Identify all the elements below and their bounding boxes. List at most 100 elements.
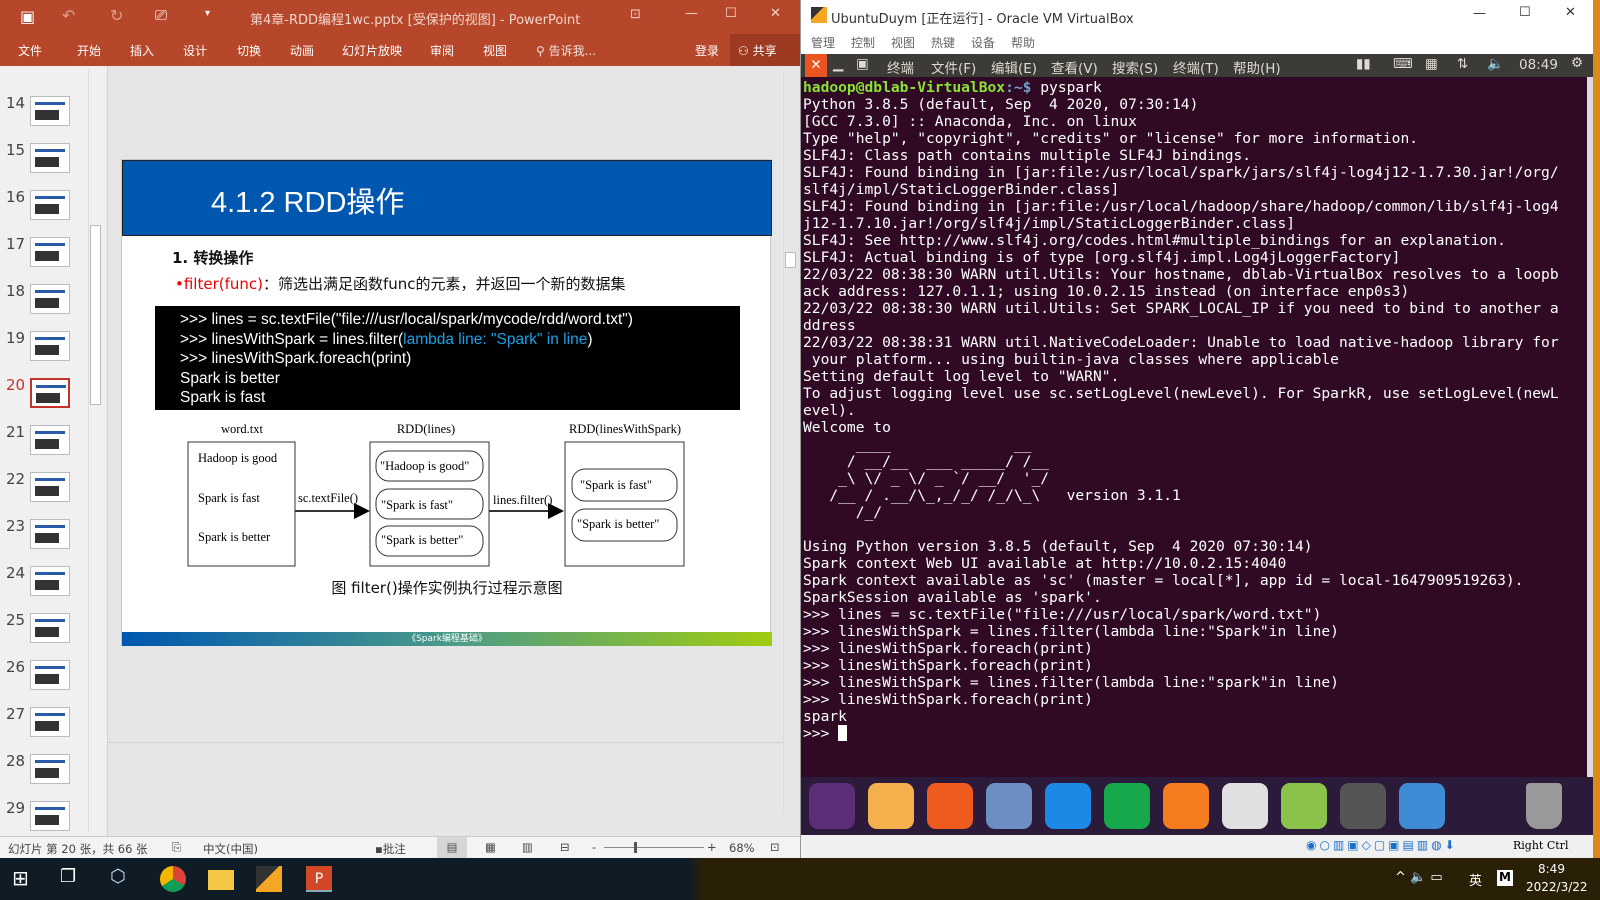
ime-indicator[interactable]: 英 — [1469, 870, 1482, 889]
menu-search[interactable]: 搜索(S) — [1112, 57, 1158, 77]
start-button[interactable]: ⊞ — [12, 866, 38, 892]
menu-file[interactable]: 文件(F) — [931, 57, 976, 77]
clock[interactable]: 08:49 — [1519, 57, 1558, 73]
tab-review[interactable]: 审阅 — [430, 42, 454, 59]
trash-icon[interactable] — [1526, 783, 1562, 829]
file-explorer-icon[interactable] — [208, 870, 234, 890]
tab-file[interactable]: 文件 — [18, 42, 42, 59]
ime-mode-indicator[interactable]: M — [1497, 870, 1513, 886]
terminal-line: spark — [803, 708, 847, 725]
powerpoint-icon[interactable] — [1163, 783, 1209, 829]
terminal-minimize-button[interactable]: ▁ — [833, 56, 843, 72]
code-line: >>> linesWithSpark.foreach(print) — [180, 350, 412, 367]
save-icon[interactable]: ▣ — [20, 7, 35, 26]
slide-sorter-button[interactable]: ▦ — [485, 840, 496, 854]
menu-hotkeys[interactable]: 热键 — [931, 34, 955, 51]
menu-view[interactable]: 视图 — [891, 34, 915, 51]
network-icon[interactable]: ⇅ — [1457, 56, 1468, 72]
share-button[interactable]: ⚇ 共享 — [730, 34, 800, 66]
keyboard-icon[interactable]: ⌨ — [1393, 56, 1413, 72]
vbox-minimize-button[interactable]: — — [1473, 6, 1486, 21]
task-view-icon[interactable]: ❐ — [60, 866, 86, 892]
tab-slideshow[interactable]: 幻灯片放映 — [342, 42, 402, 59]
menu-devices[interactable]: 设备 — [971, 34, 995, 51]
workspace-icon[interactable] — [1399, 783, 1445, 829]
active-prompt[interactable]: >>> — [803, 725, 1594, 742]
close-button[interactable]: ✕ — [770, 6, 781, 21]
powerpoint-taskbar-icon[interactable]: P — [306, 866, 332, 892]
zoom-slider[interactable] — [604, 842, 704, 853]
slide-number: 21 — [6, 423, 26, 441]
reading-view-button[interactable]: ▥ — [522, 840, 533, 854]
maximize-button[interactable]: ☐ — [725, 6, 737, 21]
slide-title: 4.1.2 RDD操作 — [122, 160, 772, 236]
virtualbox-manager-icon[interactable] — [256, 866, 282, 892]
excel-icon[interactable] — [1104, 783, 1150, 829]
fit-slide-icon[interactable]: ⊡ — [770, 840, 780, 854]
terminal-close-button[interactable]: ✕ — [805, 54, 827, 77]
thumbnail-image — [30, 754, 70, 784]
files-icon[interactable] — [868, 783, 914, 829]
undo-icon[interactable]: ↶ — [62, 6, 75, 25]
ubuntu-dock — [801, 777, 1594, 835]
volume-icon[interactable]: 🔈 — [1487, 56, 1504, 72]
tell-me-search[interactable]: ⚲ 告诉我... — [536, 42, 596, 59]
chromium-icon[interactable] — [986, 783, 1032, 829]
zoom-out-button[interactable]: - — [592, 840, 596, 854]
tab-home[interactable]: 开始 — [77, 42, 101, 59]
word-icon[interactable] — [1045, 783, 1091, 829]
language-indicator[interactable]: 中文(中国) — [203, 841, 258, 857]
tray-icons[interactable]: ^ 🔈 ▭ — [1395, 870, 1443, 885]
calendar-icon[interactable]: ▦ — [1425, 56, 1438, 72]
normal-view-button[interactable]: ▤ — [437, 837, 467, 858]
menu-view[interactable]: 查看(V) — [1051, 57, 1098, 77]
zoom-slider-thumb[interactable] — [634, 842, 637, 853]
vbox-close-button[interactable]: ✕ — [1565, 5, 1576, 20]
rdd-lineswithspark-box — [564, 441, 685, 567]
chrome-icon[interactable] — [160, 866, 186, 892]
tab-transitions[interactable]: 切换 — [237, 42, 261, 59]
taskbar-date[interactable]: 2022/3/22 — [1526, 880, 1588, 894]
zoom-in-button[interactable]: + — [707, 840, 717, 854]
slideshow-button[interactable]: ⊟ — [560, 840, 570, 854]
comments-button[interactable]: ▪批注 — [375, 841, 406, 857]
ubuntu-software-icon[interactable] — [1222, 783, 1268, 829]
slide-scrollbar[interactable] — [783, 70, 797, 814]
menu-terminal[interactable]: 终端(T) — [1173, 57, 1219, 77]
login-button[interactable]: 登录 — [695, 42, 719, 59]
ribbon-display-icon[interactable]: ⊡ — [630, 7, 641, 22]
tab-animations[interactable]: 动画 — [290, 42, 314, 59]
terminal-icon[interactable] — [1340, 783, 1386, 829]
tab-insert[interactable]: 插入 — [130, 42, 154, 59]
menu-manage[interactable]: 管理 — [811, 34, 835, 51]
vbox-maximize-button[interactable]: ☐ — [1519, 5, 1531, 20]
tab-design[interactable]: 设计 — [183, 42, 207, 59]
terminal-line: SLF4J: Found binding in [jar:file:/usr/l… — [803, 198, 1559, 215]
thumbnail-scrollbar[interactable] — [88, 70, 102, 832]
spellcheck-icon[interactable]: ⎘ — [172, 840, 181, 855]
tab-view[interactable]: 视图 — [483, 42, 507, 59]
redo-icon[interactable]: ↻ — [110, 6, 123, 25]
terminal-line: slf4j/impl/StaticLoggerBinder.class] — [803, 181, 1120, 198]
virtualbox-taskbar-icon[interactable]: ⬡ — [110, 866, 136, 892]
menu-help[interactable]: 帮助(H) — [1233, 57, 1281, 77]
thumbnail-image — [30, 425, 70, 455]
terminal-line: 22/03/22 08:38:31 WARN util.NativeCodeLo… — [803, 334, 1559, 351]
zoom-level[interactable]: 68% — [729, 841, 755, 855]
menu-control[interactable]: 控制 — [851, 34, 875, 51]
store-icon[interactable] — [1281, 783, 1327, 829]
taskbar-time[interactable]: 8:49 — [1538, 862, 1565, 876]
presenter-icon[interactable]: ⎚ — [155, 6, 167, 24]
terminal-restore-button[interactable]: ▣ — [856, 56, 869, 72]
vbox-device-icons[interactable]: ◉○▥▣◇▢▣▤▥◍⬇ — [1306, 838, 1458, 852]
indicator-icon[interactable]: ▮▮ — [1356, 56, 1371, 72]
minimize-button[interactable]: — — [685, 6, 698, 21]
menu-edit[interactable]: 编辑(E) — [991, 57, 1037, 77]
ubuntu-icon[interactable] — [809, 783, 855, 829]
firefox-icon[interactable] — [927, 783, 973, 829]
vbox-menu-bar: 管理 控制 视图 热键 设备 帮助 — [801, 30, 1594, 54]
terminal-output[interactable]: hadoop@dblab-VirtualBox:~$ pyspark Python… — [801, 77, 1594, 777]
menu-help[interactable]: 帮助 — [1011, 34, 1035, 51]
customize-icon[interactable]: ▾ — [205, 8, 210, 19]
settings-gear-icon[interactable]: ⚙ — [1571, 55, 1583, 71]
